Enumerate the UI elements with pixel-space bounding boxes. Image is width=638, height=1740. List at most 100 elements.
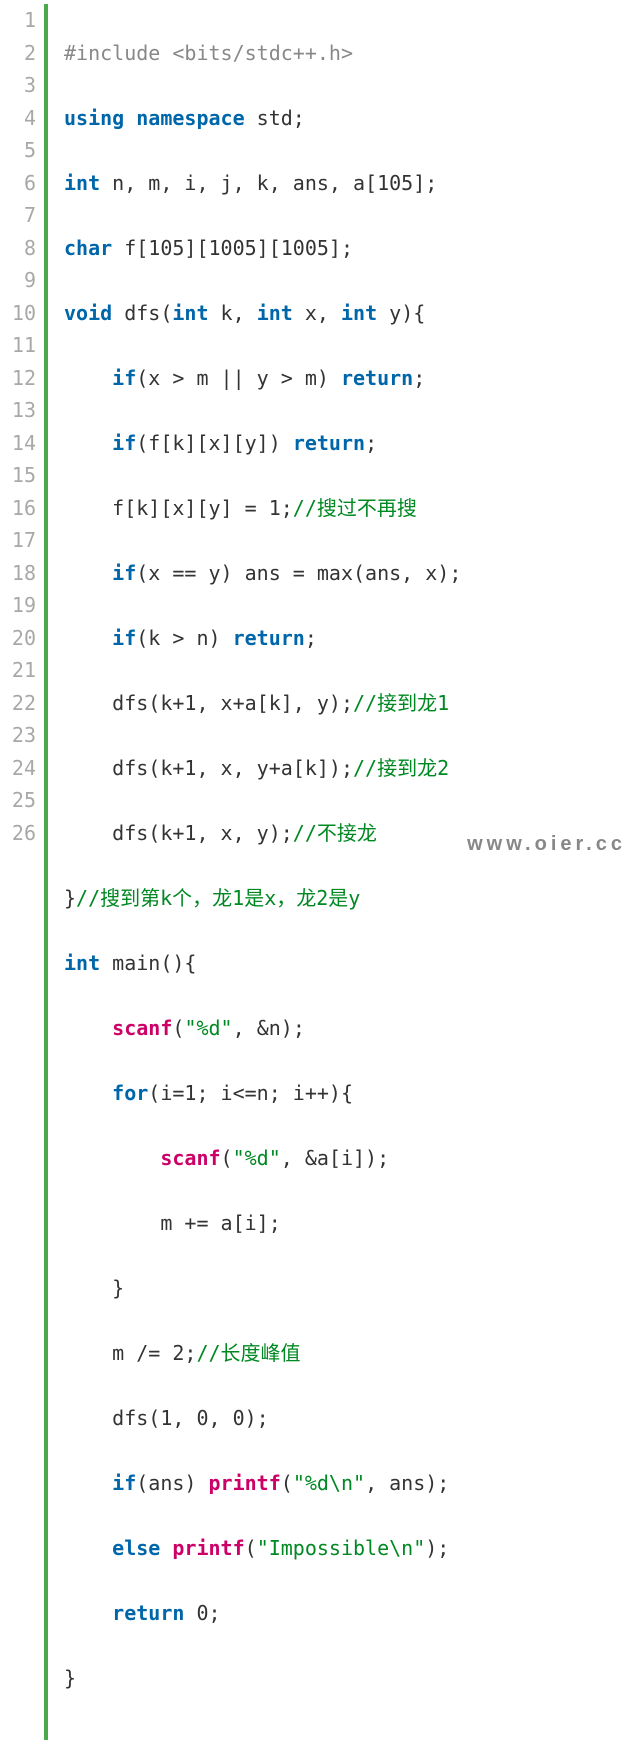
comment: //搜过不再搜 xyxy=(293,496,417,520)
keyword: if xyxy=(112,1471,136,1495)
code-text xyxy=(160,1536,172,1560)
code-text: n, m, i, j, k, ans, a[105]; xyxy=(100,171,437,195)
code-line: scanf("%d", &n); xyxy=(64,1012,461,1045)
line-number: 10 xyxy=(0,297,36,330)
function: scanf xyxy=(160,1146,220,1170)
indent xyxy=(64,366,112,390)
code-text: ); xyxy=(425,1536,449,1560)
code-text: , &n); xyxy=(233,1016,305,1040)
indent xyxy=(64,821,112,845)
code-text: x, xyxy=(293,301,341,325)
type: int xyxy=(64,171,100,195)
code-text: (f[k][x][y]) xyxy=(136,431,293,455)
indent xyxy=(64,1146,160,1170)
code-line: using namespace std; xyxy=(64,102,461,135)
line-number: 12 xyxy=(0,362,36,395)
code-text: dfs(k+1, x, y+a[k]); xyxy=(112,756,353,780)
indent xyxy=(64,1211,160,1235)
code-line: scanf("%d", &a[i]); xyxy=(64,1142,461,1175)
code-text: } xyxy=(64,1666,76,1690)
keyword: else xyxy=(112,1536,160,1560)
code-block: 1 2 3 4 5 6 7 8 9 10 11 12 13 14 15 16 1… xyxy=(0,0,638,1740)
code-line: if(x > m || y > m) return; xyxy=(64,362,461,395)
code-line: int main(){ xyxy=(64,947,461,980)
line-number: 16 xyxy=(0,492,36,525)
code-line: for(i=1; i<=n; i++){ xyxy=(64,1077,461,1110)
indent xyxy=(64,626,112,650)
line-number: 17 xyxy=(0,524,36,557)
indent xyxy=(64,1276,112,1300)
line-number: 1 xyxy=(0,4,36,37)
indent xyxy=(64,1601,112,1625)
code-text: ( xyxy=(172,1016,184,1040)
keyword: return xyxy=(293,431,365,455)
keyword: return xyxy=(341,366,413,390)
keyword: return xyxy=(233,626,305,650)
code-line: else printf("Impossible\n"); xyxy=(64,1532,461,1565)
line-number: 8 xyxy=(0,232,36,265)
type: char xyxy=(64,236,112,260)
code-text: 0; xyxy=(184,1601,220,1625)
indent xyxy=(64,1536,112,1560)
code-text: (x == y) ans = max(ans, x); xyxy=(136,561,461,585)
code-line: f[k][x][y] = 1;//搜过不再搜 xyxy=(64,492,461,525)
code-line: dfs(k+1, x, y);//不接龙 xyxy=(64,817,461,850)
indent xyxy=(64,496,112,520)
code-line: } xyxy=(64,1272,461,1305)
code-line: }//搜到第k个，龙1是x，龙2是y xyxy=(64,882,461,915)
comment: //搜到第k个，龙1是x，龙2是y xyxy=(76,886,360,910)
function: printf xyxy=(172,1536,244,1560)
code-line: } xyxy=(64,1662,461,1695)
code-line: if(f[k][x][y]) return; xyxy=(64,427,461,460)
code-text: dfs(1, 0, 0); xyxy=(112,1406,269,1430)
line-number: 23 xyxy=(0,719,36,752)
type: int xyxy=(172,301,208,325)
code-text: m /= 2; xyxy=(112,1341,196,1365)
code-line: int n, m, i, j, k, ans, a[105]; xyxy=(64,167,461,200)
line-number: 7 xyxy=(0,199,36,232)
code-line: char f[105][1005][1005]; xyxy=(64,232,461,265)
line-number: 4 xyxy=(0,102,36,135)
indent xyxy=(64,756,112,780)
keyword: return xyxy=(112,1601,184,1625)
line-number: 6 xyxy=(0,167,36,200)
keyword: if xyxy=(112,366,136,390)
code-text: (ans) xyxy=(136,1471,208,1495)
code-line: if(k > n) return; xyxy=(64,622,461,655)
indent xyxy=(64,1081,112,1105)
code-line: dfs(1, 0, 0); xyxy=(64,1402,461,1435)
comment: //不接龙 xyxy=(293,821,377,845)
code-text: k, xyxy=(209,301,257,325)
string: "%d" xyxy=(184,1016,232,1040)
code-text: (x > m || y > m) xyxy=(136,366,341,390)
comment: //接到龙1 xyxy=(353,691,449,715)
line-number: 21 xyxy=(0,654,36,687)
line-number: 9 xyxy=(0,264,36,297)
code-text: (i=1; i<=n; i++){ xyxy=(148,1081,353,1105)
line-number: 18 xyxy=(0,557,36,590)
code-text: std; xyxy=(245,106,305,130)
line-number: 24 xyxy=(0,752,36,785)
code-line: m /= 2;//长度峰值 xyxy=(64,1337,461,1370)
code-line: return 0; xyxy=(64,1597,461,1630)
line-number: 19 xyxy=(0,589,36,622)
code-text: } xyxy=(112,1276,124,1300)
line-number: 26 xyxy=(0,817,36,850)
code-line: if(ans) printf("%d\n", ans); xyxy=(64,1467,461,1500)
code-text: m += a[i]; xyxy=(160,1211,280,1235)
indent xyxy=(64,1406,112,1430)
type: int xyxy=(257,301,293,325)
keyword: if xyxy=(112,431,136,455)
code-line: dfs(k+1, x+a[k], y);//接到龙1 xyxy=(64,687,461,720)
function: printf xyxy=(209,1471,281,1495)
gutter-divider xyxy=(44,4,48,1740)
indent xyxy=(64,1341,112,1365)
indent xyxy=(64,1471,112,1495)
code-line: m += a[i]; xyxy=(64,1207,461,1240)
line-number: 5 xyxy=(0,134,36,167)
line-number: 11 xyxy=(0,329,36,362)
indent xyxy=(64,431,112,455)
code-text: ; xyxy=(413,366,425,390)
code-text: , &a[i]); xyxy=(281,1146,389,1170)
type: int xyxy=(64,951,100,975)
